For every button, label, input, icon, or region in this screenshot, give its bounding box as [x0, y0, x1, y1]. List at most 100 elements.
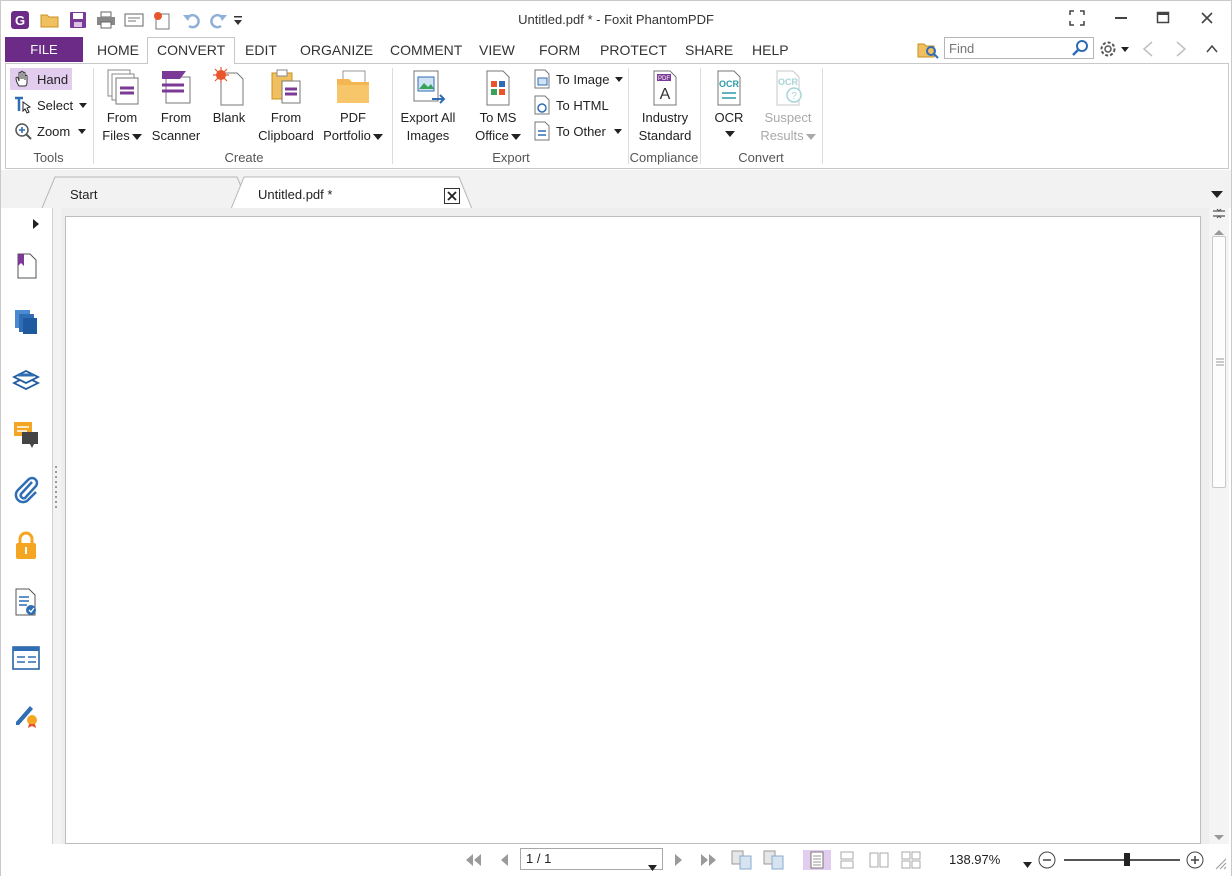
previous-view-icon[interactable]	[731, 850, 753, 870]
tab-organize[interactable]: ORGANIZE	[300, 42, 373, 58]
find-box	[944, 37, 1094, 59]
ocr-button[interactable]: OCR OCR	[706, 66, 752, 137]
next-view-icon[interactable]	[763, 850, 785, 870]
settings-gear-icon[interactable]	[1098, 38, 1132, 60]
zoom-out-icon[interactable]	[1036, 850, 1058, 870]
document-view[interactable]	[61, 208, 1209, 844]
ribbon-panel: Hand Select Zoom Tools From Files From S…	[5, 63, 1229, 169]
facing-view-icon[interactable]	[868, 850, 890, 870]
attachments-icon[interactable]	[11, 475, 41, 505]
first-page-icon[interactable]	[462, 850, 484, 870]
minimize-button[interactable]	[1107, 7, 1135, 29]
tab-share[interactable]: SHARE	[685, 42, 733, 58]
last-page-icon[interactable]	[698, 850, 720, 870]
search-icon[interactable]	[1072, 39, 1090, 60]
zoom-level[interactable]: 138.97%	[949, 852, 1000, 867]
tab-comment[interactable]: COMMENT	[390, 42, 462, 58]
resize-grip-icon[interactable]	[1215, 858, 1227, 873]
from-scanner-label-1: From	[160, 110, 192, 125]
zoom-in-icon[interactable]	[1184, 850, 1206, 870]
tab-home[interactable]: HOME	[97, 42, 139, 58]
certify-pen-icon[interactable]	[11, 699, 41, 729]
suspect-results-button[interactable]: OCR? Suspect Results	[758, 66, 818, 145]
collapse-ribbon-icon[interactable]	[1205, 42, 1219, 57]
pdf-portfolio-button[interactable]: PDF Portfolio	[320, 66, 386, 145]
blank-button[interactable]: Blank	[208, 66, 250, 127]
group-label-compliance: Compliance	[629, 150, 699, 165]
to-html-icon	[532, 95, 552, 115]
from-scanner-label-2: Scanner	[151, 128, 201, 143]
zoom-dropdown-icon[interactable]	[1023, 856, 1032, 871]
tab-view[interactable]: VIEW	[479, 42, 515, 58]
pdf-portfolio-label-2: Portfolio	[323, 128, 371, 143]
scrollbar-thumb[interactable]	[1212, 236, 1226, 488]
to-html-button[interactable]: To HTML	[532, 94, 609, 116]
previous-page-icon[interactable]	[493, 850, 515, 870]
previous-result-icon[interactable]	[1141, 40, 1155, 61]
select-tool-button[interactable]: Select	[13, 94, 88, 116]
continuous-facing-view-icon[interactable]	[900, 850, 922, 870]
expand-panel-icon[interactable]	[31, 218, 41, 233]
svg-text:PDF: PDF	[658, 76, 670, 82]
tab-protect[interactable]: PROTECT	[600, 42, 667, 58]
page-number-value: 1 / 1	[526, 851, 552, 866]
zoom-slider-thumb[interactable]	[1124, 853, 1130, 866]
page-dropdown-icon[interactable]	[648, 857, 657, 876]
to-ms-office-button[interactable]: To MS Office	[470, 66, 526, 145]
close-button[interactable]	[1193, 7, 1221, 29]
comments-icon[interactable]	[11, 419, 41, 449]
bookmarks-icon[interactable]	[11, 251, 41, 281]
zoom-tool-button[interactable]: Zoom	[13, 120, 87, 142]
pdf-a-icon: PDF A	[645, 66, 685, 108]
industry-standard-button[interactable]: PDF A Industry Standard	[634, 66, 696, 145]
blank-label: Blank	[212, 110, 246, 125]
export-all-images-label-2: Images	[406, 128, 450, 143]
tab-form[interactable]: FORM	[539, 42, 580, 58]
tab-edit[interactable]: EDIT	[245, 42, 277, 58]
form-fields-icon[interactable]	[11, 643, 41, 673]
continuous-view-icon[interactable]	[836, 850, 858, 870]
industry-standard-label-2: Standard	[638, 128, 692, 143]
split-view-icon[interactable]	[1212, 208, 1226, 223]
pages-icon[interactable]	[11, 307, 41, 337]
to-image-button[interactable]: To Image	[532, 68, 624, 90]
portfolio-folder-icon	[333, 66, 373, 108]
next-page-icon[interactable]	[668, 850, 690, 870]
export-all-images-button[interactable]: Export All Images	[398, 66, 458, 145]
scanner-icon	[156, 66, 196, 108]
tab-help[interactable]: HELP	[752, 42, 789, 58]
group-label-create: Create	[224, 150, 264, 165]
security-lock-icon[interactable]	[11, 531, 41, 561]
layers-icon[interactable]	[11, 363, 41, 393]
maximize-button[interactable]	[1149, 7, 1177, 29]
single-page-view-icon[interactable]	[803, 850, 831, 870]
to-other-button[interactable]: To Other	[532, 120, 622, 142]
from-clipboard-button[interactable]: From Clipboard	[256, 66, 316, 145]
next-result-icon[interactable]	[1174, 40, 1188, 61]
tab-list-dropdown-icon[interactable]	[1210, 187, 1224, 202]
from-files-label-1: From	[106, 110, 138, 125]
find-folder-icon[interactable]	[917, 39, 939, 59]
signatures-document-icon[interactable]	[11, 587, 41, 617]
from-files-button[interactable]: From Files	[99, 66, 145, 145]
group-label-tools: Tools	[33, 150, 64, 165]
page-number-field[interactable]: 1 / 1	[520, 848, 663, 871]
hand-tool-button[interactable]: Hand	[10, 68, 72, 90]
tab-convert[interactable]: CONVERT	[157, 42, 225, 58]
group-separator	[822, 68, 823, 164]
scroll-down-arrow-icon[interactable]	[1213, 830, 1225, 845]
panel-splitter[interactable]	[53, 208, 61, 876]
pdf-page[interactable]	[65, 216, 1201, 844]
from-scanner-button[interactable]: From Scanner	[150, 66, 202, 145]
find-input[interactable]	[945, 38, 1065, 58]
file-tab[interactable]: FILE	[5, 37, 83, 62]
to-ms-office-label-1: To MS	[479, 110, 517, 125]
svg-text:?: ?	[791, 91, 797, 102]
zoom-slider[interactable]	[1064, 850, 1180, 870]
to-html-label: To HTML	[556, 97, 609, 113]
title-bar: G Untitled.pdf * - Foxit PhantomPDF	[1, 1, 1231, 37]
restore-layout-icon[interactable]	[1063, 7, 1091, 29]
group-separator	[392, 68, 393, 164]
suspect-results-label-1: Suspect	[764, 110, 812, 125]
close-tab-icon[interactable]	[444, 188, 460, 204]
